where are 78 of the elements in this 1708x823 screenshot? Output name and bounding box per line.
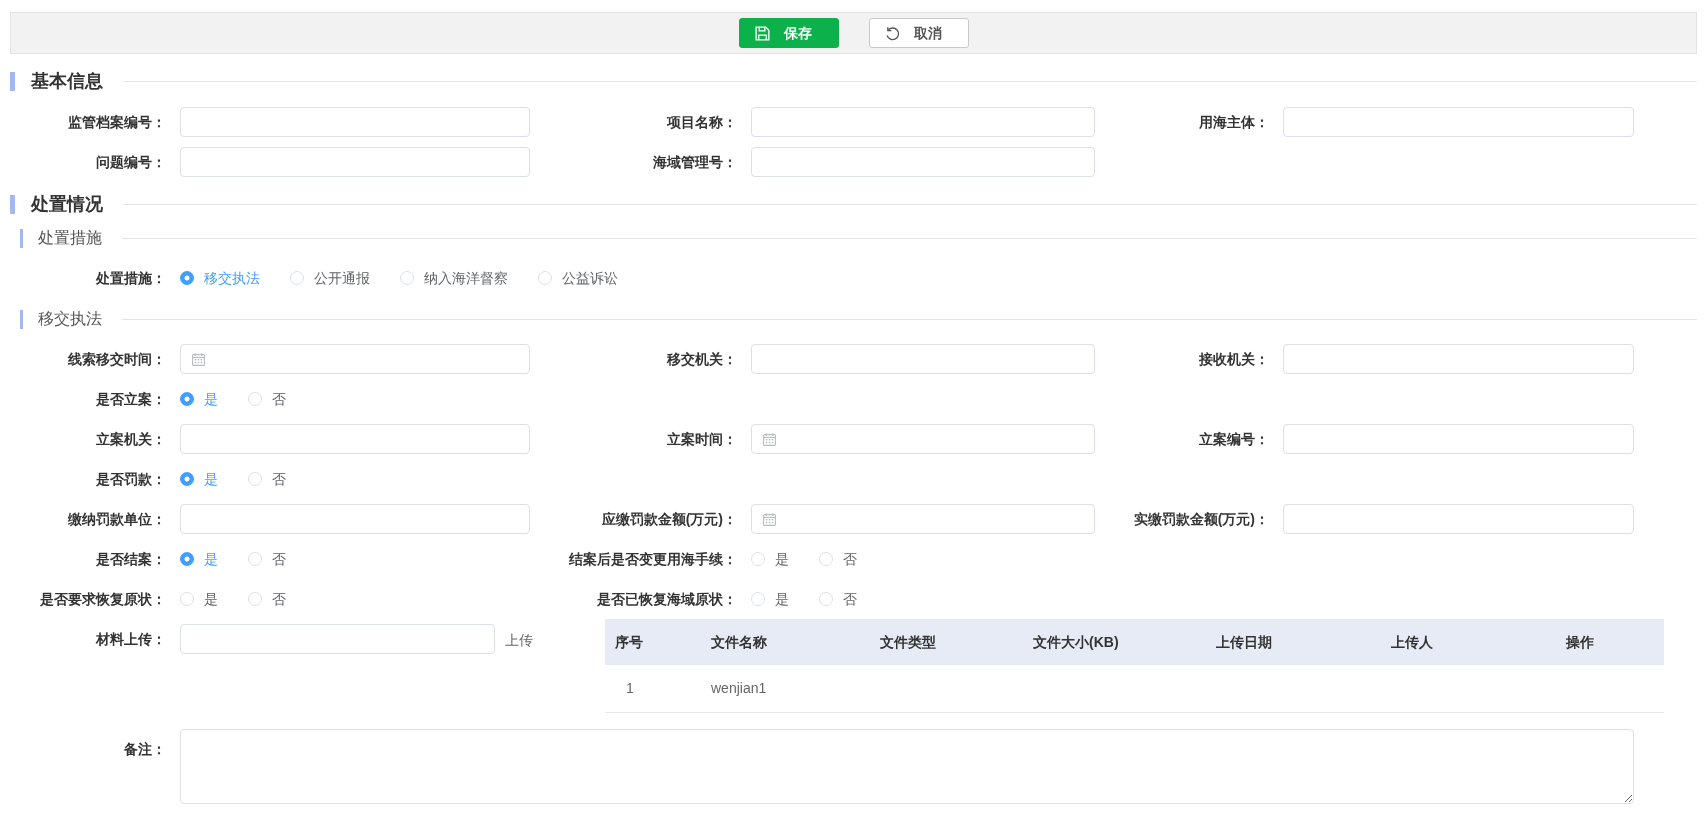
option-label[interactable]: 是 xyxy=(775,549,789,569)
option-label[interactable]: 否 xyxy=(272,389,286,409)
text-field[interactable] xyxy=(751,344,1095,374)
subsection-title: 处置措施 xyxy=(38,228,102,248)
calendar-icon xyxy=(763,512,776,526)
text-field[interactable] xyxy=(1283,504,1634,534)
field-label: 是否要求恢复原状： xyxy=(39,590,167,609)
field-label: 用海主体： xyxy=(1198,113,1270,132)
cancel-button[interactable]: 取消 xyxy=(868,18,969,48)
subsection-title: 移交执法 xyxy=(38,309,102,329)
option-label[interactable]: 是 xyxy=(204,589,218,609)
text-field[interactable] xyxy=(180,107,530,137)
field-label: 接收机关： xyxy=(1198,350,1270,369)
column-header: 文件大小(KB) xyxy=(1023,619,1206,665)
file-field[interactable] xyxy=(180,624,495,654)
date-field[interactable] xyxy=(751,504,1095,534)
section-title: 处置情况 xyxy=(31,193,103,216)
option-label[interactable]: 否 xyxy=(272,469,286,489)
text-field[interactable] xyxy=(751,147,1095,177)
radio-button[interactable] xyxy=(180,392,194,406)
table-cell: wenjian1 xyxy=(701,665,870,712)
column-header: 文件名称 xyxy=(701,619,870,665)
upload-link[interactable]: 上传 xyxy=(505,630,533,650)
option-label[interactable]: 否 xyxy=(272,589,286,609)
field-label: 缴纳罚款单位： xyxy=(67,510,167,529)
option-label[interactable]: 公益诉讼 xyxy=(562,268,618,288)
column-header: 上传人 xyxy=(1381,619,1556,665)
calendar-icon xyxy=(192,352,205,366)
field-label: 项目名称： xyxy=(665,113,738,132)
field-label: 应缴罚款金额(万元)： xyxy=(600,510,738,529)
field-label: 是否罚款： xyxy=(95,470,167,489)
option-label[interactable]: 纳入海洋督察 xyxy=(424,268,508,288)
field-label: 线索移交时间： xyxy=(67,350,167,369)
text-field[interactable] xyxy=(751,107,1095,137)
column-header: 操作 xyxy=(1556,619,1664,665)
field-label: 立案机关： xyxy=(95,430,167,449)
radio-button[interactable] xyxy=(180,472,194,486)
field-label: 问题编号： xyxy=(95,153,167,172)
circular-arrow-icon xyxy=(884,25,900,41)
text-field[interactable] xyxy=(180,424,530,454)
field-label: 立案编号： xyxy=(1198,430,1270,449)
field-label: 材料上传： xyxy=(95,630,167,649)
calendar-icon xyxy=(763,432,776,446)
option-label[interactable]: 是 xyxy=(775,589,789,609)
table-cell: 1 xyxy=(605,665,701,712)
text-field[interactable] xyxy=(180,147,530,177)
option-label[interactable]: 否 xyxy=(272,549,286,569)
option-label[interactable]: 否 xyxy=(843,589,857,609)
field-label: 海域管理号： xyxy=(652,153,738,172)
textarea-field[interactable] xyxy=(180,728,1634,804)
column-header: 上传日期 xyxy=(1206,619,1381,665)
section-title: 基本信息 xyxy=(31,70,103,93)
field-label: 实缴罚款金额(万元)： xyxy=(1132,510,1270,529)
option-label[interactable]: 公开通报 xyxy=(314,268,370,288)
field-label: 是否已恢复海域原状： xyxy=(596,590,738,609)
text-field[interactable] xyxy=(1283,424,1634,454)
field-label: 处置措施： xyxy=(95,269,167,288)
column-header: 序号 xyxy=(605,619,701,665)
column-header: 文件类型 xyxy=(870,619,1023,665)
field-label: 立案时间： xyxy=(666,430,738,449)
accent-bar xyxy=(20,228,23,248)
radio-button[interactable] xyxy=(180,552,194,566)
field-label: 备注： xyxy=(123,739,167,759)
text-field[interactable] xyxy=(1283,344,1634,374)
accent-bar xyxy=(10,71,15,91)
text-field[interactable] xyxy=(180,504,530,534)
field-label: 是否立案： xyxy=(95,390,167,409)
radio-button[interactable] xyxy=(180,271,194,285)
option-label[interactable]: 否 xyxy=(843,549,857,569)
field-label: 是否结案： xyxy=(95,550,167,569)
accent-bar xyxy=(10,194,15,214)
field-label: 结案后是否变更用海手续： xyxy=(568,550,738,569)
date-field[interactable] xyxy=(751,424,1095,454)
field-label: 移交机关： xyxy=(665,350,738,369)
accent-bar xyxy=(20,309,23,329)
date-field[interactable] xyxy=(180,344,530,374)
text-field[interactable] xyxy=(1283,107,1634,137)
field-label: 监管档案编号： xyxy=(67,113,167,132)
